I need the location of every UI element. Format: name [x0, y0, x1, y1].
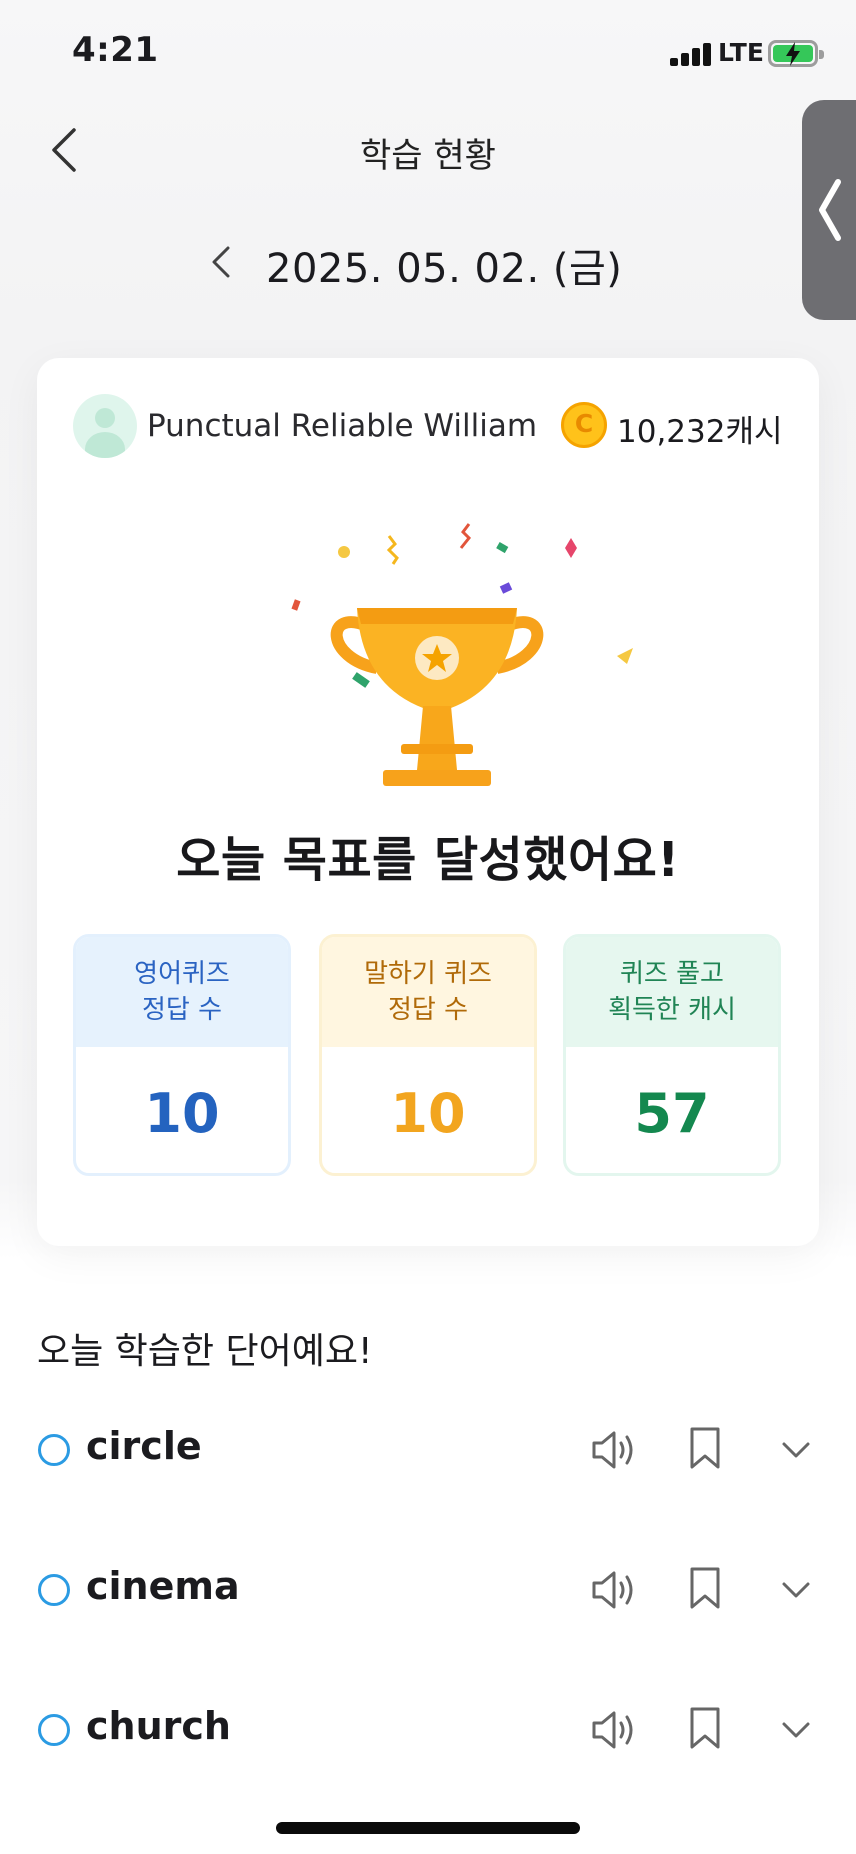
stat-label: 말하기 퀴즈 정답 수 — [322, 937, 534, 1047]
speaker-icon[interactable] — [590, 1568, 638, 1612]
page-title: 학습 현황 — [360, 136, 496, 176]
word-list-item[interactable]: church — [0, 1690, 856, 1770]
chevron-down-icon[interactable] — [780, 1574, 812, 1606]
stat-label-line2: 정답 수 — [141, 995, 223, 1025]
word-list-item[interactable]: circle — [0, 1410, 856, 1490]
goal-achieved-message: 오늘 목표를 달성했어요! — [176, 832, 680, 888]
stat-label-line2: 획득한 캐시 — [608, 995, 736, 1025]
home-indicator[interactable] — [276, 1822, 580, 1834]
speaking-quiz-stat: 말하기 퀴즈 정답 수 10 — [319, 934, 537, 1176]
battery-charging-icon — [768, 40, 824, 67]
stat-label-line1: 영어퀴즈 — [134, 959, 230, 989]
cash-balance: 10,232캐시 — [617, 414, 783, 450]
words-section-title: 오늘 학습한 단어예요! — [37, 1331, 373, 1372]
word-text: circle — [86, 1424, 202, 1468]
coin-letter: C — [574, 409, 594, 438]
daily-summary-card: Punctual Reliable William C 10,232캐시 오늘 … — [37, 358, 819, 1246]
status-time: 4:21 — [72, 30, 159, 70]
chevron-down-icon[interactable] — [780, 1434, 812, 1466]
word-list-item[interactable]: cinema — [0, 1550, 856, 1630]
word-select-radio[interactable] — [38, 1574, 70, 1606]
speaker-icon[interactable] — [590, 1708, 638, 1752]
speaker-icon[interactable] — [590, 1428, 638, 1472]
coin-icon: C — [561, 402, 607, 448]
chevron-left-icon — [819, 179, 841, 241]
stat-label-line2: 정답 수 — [387, 995, 469, 1025]
stat-label-line1: 퀴즈 풀고 — [620, 959, 724, 989]
bookmark-icon[interactable] — [688, 1426, 722, 1470]
previous-date-button[interactable] — [204, 240, 238, 284]
word-select-radio[interactable] — [38, 1714, 70, 1746]
bookmark-icon[interactable] — [688, 1706, 722, 1750]
stat-label: 퀴즈 풀고 획득한 캐시 — [566, 937, 778, 1047]
chevron-left-icon — [212, 246, 230, 278]
side-panel-handle[interactable] — [802, 100, 856, 320]
stat-value: 10 — [390, 1081, 466, 1145]
bookmark-icon[interactable] — [688, 1566, 722, 1610]
user-name: Punctual Reliable William — [147, 408, 538, 444]
learning-status-screen: 4:21 LTE 학습 현황 2025. 05. 02. (금) Punctua… — [0, 0, 856, 1854]
word-select-radio[interactable] — [38, 1434, 70, 1466]
current-date: 2025. 05. 02. (금) — [266, 246, 623, 292]
user-avatar-icon — [73, 394, 137, 458]
cellular-signal-icon — [670, 42, 712, 66]
word-text: cinema — [86, 1564, 240, 1608]
stat-label-line1: 말하기 퀴즈 — [364, 959, 492, 989]
stat-value: 57 — [634, 1081, 710, 1145]
stat-label: 영어퀴즈 정답 수 — [76, 937, 288, 1047]
word-text: church — [86, 1704, 231, 1748]
status-bar: 4:21 LTE — [0, 0, 856, 100]
earned-cash-stat: 퀴즈 풀고 획득한 캐시 57 — [563, 934, 781, 1176]
trophy-icon — [291, 523, 633, 786]
stat-value: 10 — [144, 1081, 220, 1145]
chevron-down-icon[interactable] — [780, 1714, 812, 1746]
english-quiz-stat: 영어퀴즈 정답 수 10 — [73, 934, 291, 1176]
network-type: LTE — [718, 38, 764, 67]
